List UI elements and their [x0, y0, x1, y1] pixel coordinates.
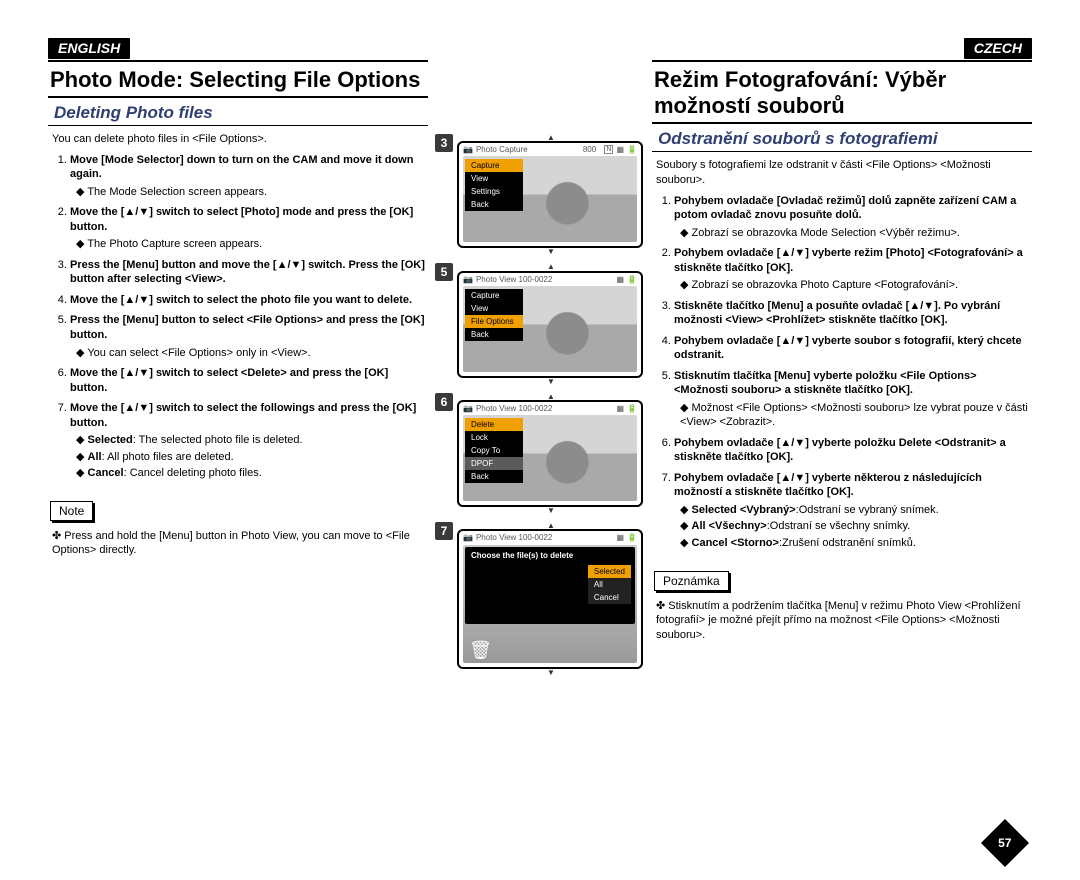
page-number-badge: 57 — [988, 826, 1022, 856]
intro-czech: Soubory s fotografiemi lze odstranit v č… — [656, 158, 1032, 188]
screenshot-5: 5 ▲ Photo View 100-0022 Capture View Fil… — [435, 263, 645, 384]
note-label-english: Note — [50, 501, 93, 521]
screenshot-7: 7 ▲ Photo View 100-0022 Choose the file(… — [435, 522, 645, 676]
page-title-english: Photo Mode: Selecting File Options — [48, 64, 428, 98]
menu-item[interactable]: Delete — [465, 418, 523, 431]
menu-item[interactable]: Back — [465, 470, 523, 483]
dialog-option[interactable]: Selected — [588, 565, 631, 578]
trash-icon: 🗑 — [469, 640, 492, 661]
menu-item[interactable]: View — [465, 172, 523, 185]
screenshot-6: 6 ▲ Photo View 100-0022 Delete Lock Copy… — [435, 393, 645, 514]
step-badge: 7 — [435, 522, 453, 540]
step-badge: 5 — [435, 263, 453, 281]
menu-item[interactable]: Capture — [465, 289, 523, 302]
step-badge: 6 — [435, 393, 453, 411]
language-tab-czech: CZECH — [964, 38, 1032, 59]
screenshot-3: 3 ▲ Photo Capture800 N Capture View Sett… — [435, 134, 645, 255]
steps-english: Move [Mode Selector] down to turn on the… — [70, 153, 428, 487]
menu-item[interactable]: DPOF — [465, 457, 523, 470]
dialog-option[interactable]: Cancel — [588, 591, 631, 604]
menu-item[interactable]: Capture — [465, 159, 523, 172]
note-english: Press and hold the [Menu] button in Phot… — [52, 529, 428, 559]
steps-czech: Pohybem ovladače [Ovladač režimů] dolů z… — [674, 194, 1032, 557]
screenshots-column: 3 ▲ Photo Capture800 N Capture View Sett… — [435, 134, 645, 677]
step-badge: 3 — [435, 134, 453, 152]
dialog-option[interactable]: All — [588, 578, 631, 591]
menu-item[interactable]: File Options — [465, 315, 523, 328]
menu-item[interactable]: Copy To — [465, 444, 523, 457]
delete-dialog: Choose the file(s) to delete Selected Al… — [465, 547, 635, 624]
menu-item[interactable]: Back — [465, 328, 523, 341]
language-tab-english: ENGLISH — [48, 38, 130, 59]
section-head-english: Deleting Photo files — [48, 98, 428, 126]
note-label-czech: Poznámka — [654, 571, 729, 591]
page-title-czech: Režim Fotografování: Výběr možností soub… — [652, 64, 1032, 124]
menu-item[interactable]: View — [465, 302, 523, 315]
menu-item[interactable]: Back — [465, 198, 523, 211]
section-head-czech: Odstranění souborů s fotografiemi — [652, 124, 1032, 152]
intro-english: You can delete photo files in <File Opti… — [52, 132, 428, 147]
menu-item[interactable]: Settings — [465, 185, 523, 198]
note-czech: Stisknutím a podržením tlačítka [Menu] v… — [656, 599, 1032, 644]
menu-item[interactable]: Lock — [465, 431, 523, 444]
